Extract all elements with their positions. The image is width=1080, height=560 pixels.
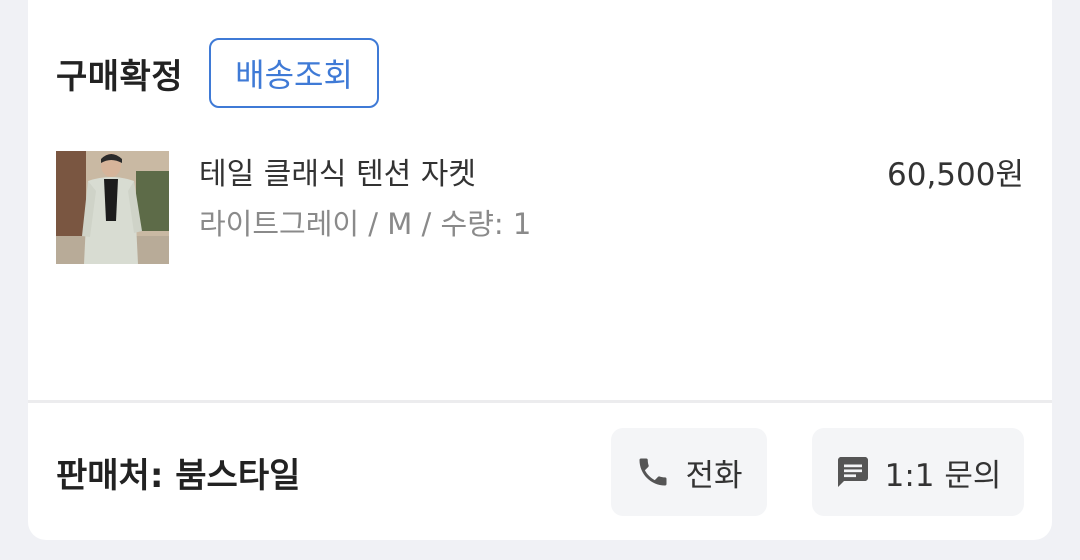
phone-icon	[635, 454, 671, 490]
order-status: 구매확정	[56, 56, 184, 97]
seller-name: 판매처: 붐스타일	[56, 456, 301, 496]
order-card: 구매확정 배송조회 테일 클래식 텐션 자켓 라이트그레이 / M / 수량: …	[28, 0, 1052, 540]
product-price: 60,500원	[887, 157, 1024, 193]
inquiry-button[interactable]: 1:1 문의	[812, 428, 1024, 516]
product-item[interactable]: 테일 클래식 텐션 자켓 라이트그레이 / M / 수량: 1 60,500원	[56, 151, 1024, 265]
order-status-row: 구매확정 배송조회	[56, 38, 379, 108]
product-option: 라이트그레이 / M / 수량: 1	[199, 207, 532, 241]
inquiry-button-label: 1:1 문의	[884, 457, 1002, 494]
call-button-label: 전화	[685, 457, 743, 494]
call-button[interactable]: 전화	[611, 428, 767, 516]
divider	[28, 400, 1052, 403]
product-name[interactable]: 테일 클래식 텐션 자켓	[199, 149, 476, 193]
product-thumbnail[interactable]	[56, 151, 169, 264]
chat-bubble-icon	[835, 454, 871, 490]
track-delivery-button[interactable]: 배송조회	[209, 38, 379, 108]
